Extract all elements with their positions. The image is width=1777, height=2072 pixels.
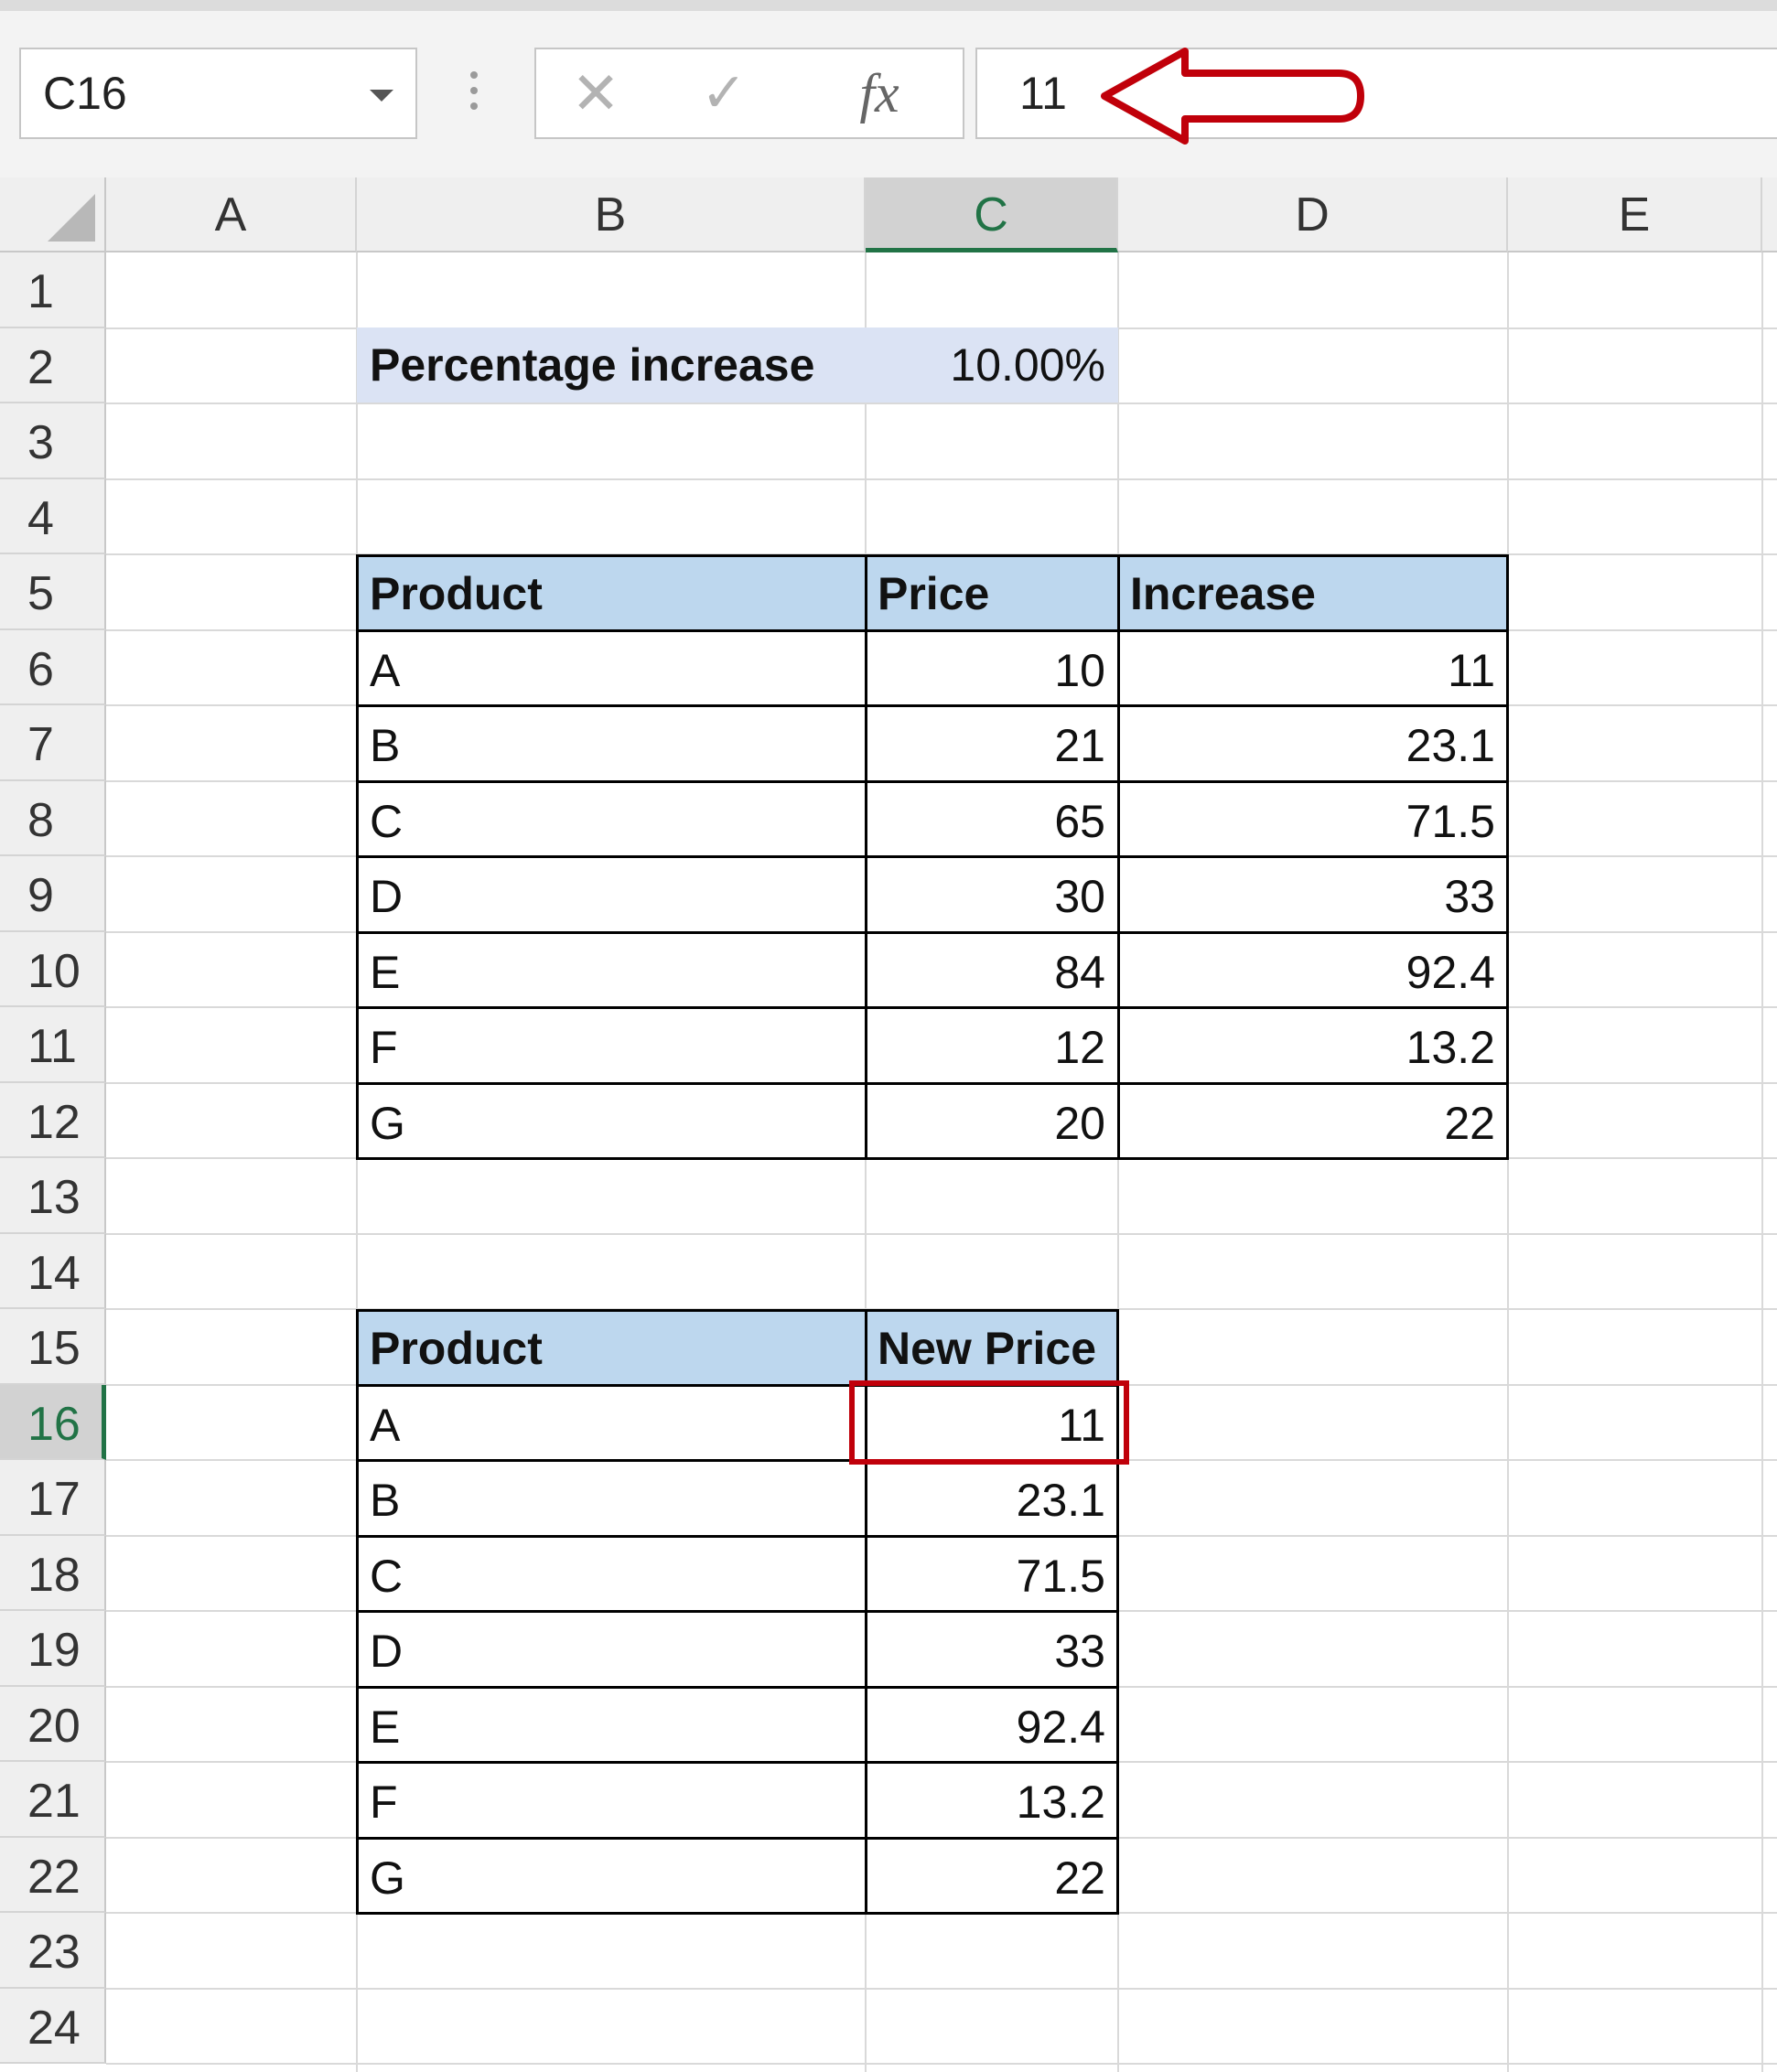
row-header-1[interactable]: 1 xyxy=(0,252,106,328)
table2-row-line xyxy=(356,1761,1119,1764)
row-header-21[interactable]: 21 xyxy=(0,1762,106,1838)
column-header-d[interactable]: D xyxy=(1118,177,1508,252)
gridline xyxy=(106,1233,1777,1235)
formula-bar-resize-handle[interactable] xyxy=(467,71,481,117)
table2-row-line xyxy=(356,1610,1119,1613)
column-header-b[interactable]: B xyxy=(357,177,866,252)
gridline xyxy=(106,1988,1777,1990)
column-header-e[interactable]: E xyxy=(1508,177,1762,252)
formula-value: 11 xyxy=(1019,68,1067,119)
row-header-8[interactable]: 8 xyxy=(0,781,106,856)
gridline xyxy=(106,403,1777,404)
table1-row-line xyxy=(356,855,1509,858)
column-header-c[interactable]: C xyxy=(866,177,1118,252)
percentage-label-cell[interactable]: Percentage increase xyxy=(357,327,866,403)
row-header-20[interactable]: 20 xyxy=(0,1687,106,1762)
row-header-7[interactable]: 7 xyxy=(0,705,106,781)
row-header-15[interactable]: 15 xyxy=(0,1309,106,1385)
row-header-6[interactable]: 6 xyxy=(0,630,106,705)
row-header-12[interactable]: 12 xyxy=(0,1083,106,1158)
table1-row-line xyxy=(356,1006,1509,1009)
row-header-17[interactable]: 17 xyxy=(0,1460,106,1536)
table2-row-line xyxy=(356,1837,1119,1840)
row-header-3[interactable]: 3 xyxy=(0,403,106,479)
name-box[interactable]: C16 xyxy=(19,48,417,139)
table2-row-line xyxy=(356,1686,1119,1689)
row-header-13[interactable]: 13 xyxy=(0,1158,106,1234)
row-header-2[interactable]: 2 xyxy=(0,328,106,403)
insert-function-fx-icon[interactable]: fx xyxy=(829,49,930,137)
gridline xyxy=(1761,252,1763,2072)
formula-buttons: ✕ ✓ fx xyxy=(534,48,964,139)
gridline xyxy=(1507,252,1509,2072)
gridline xyxy=(106,478,1777,480)
chevron-down-icon[interactable] xyxy=(370,90,393,102)
row-header-24[interactable]: 24 xyxy=(0,1989,106,2064)
table1-row-line xyxy=(356,780,1509,783)
name-box-value: C16 xyxy=(43,68,127,119)
callout-arrow-icon xyxy=(1101,48,1364,145)
row-header-22[interactable]: 22 xyxy=(0,1838,106,1913)
row-header-18[interactable]: 18 xyxy=(0,1536,106,1611)
row-header-23[interactable]: 23 xyxy=(0,1913,106,1989)
row-header-16[interactable]: 16 xyxy=(0,1385,106,1460)
column-header-f[interactable] xyxy=(1762,177,1777,252)
enter-check-icon[interactable]: ✓ xyxy=(683,49,765,137)
table1-row-line xyxy=(356,1082,1509,1085)
table2-row-line xyxy=(356,1535,1119,1538)
row-header-14[interactable]: 14 xyxy=(0,1234,106,1309)
table1-row-line xyxy=(356,704,1509,707)
row-header-11[interactable]: 11 xyxy=(0,1007,106,1083)
percentage-value-cell[interactable]: 10.00% xyxy=(866,327,1118,403)
table1-row-line xyxy=(356,931,1509,934)
row-header-10[interactable]: 10 xyxy=(0,932,106,1007)
select-all-corner[interactable] xyxy=(0,177,106,252)
gridline xyxy=(106,2063,1777,2065)
table1-row-line xyxy=(356,629,1509,632)
row-header-5[interactable]: 5 xyxy=(0,554,106,630)
window-top-strip xyxy=(0,0,1777,11)
row-header-9[interactable]: 9 xyxy=(0,856,106,932)
row-header-19[interactable]: 19 xyxy=(0,1611,106,1687)
row-header-4[interactable]: 4 xyxy=(0,479,106,554)
column-header-a[interactable]: A xyxy=(106,177,357,252)
active-cell-highlight[interactable] xyxy=(849,1380,1129,1465)
cancel-x-icon[interactable]: ✕ xyxy=(555,49,637,137)
